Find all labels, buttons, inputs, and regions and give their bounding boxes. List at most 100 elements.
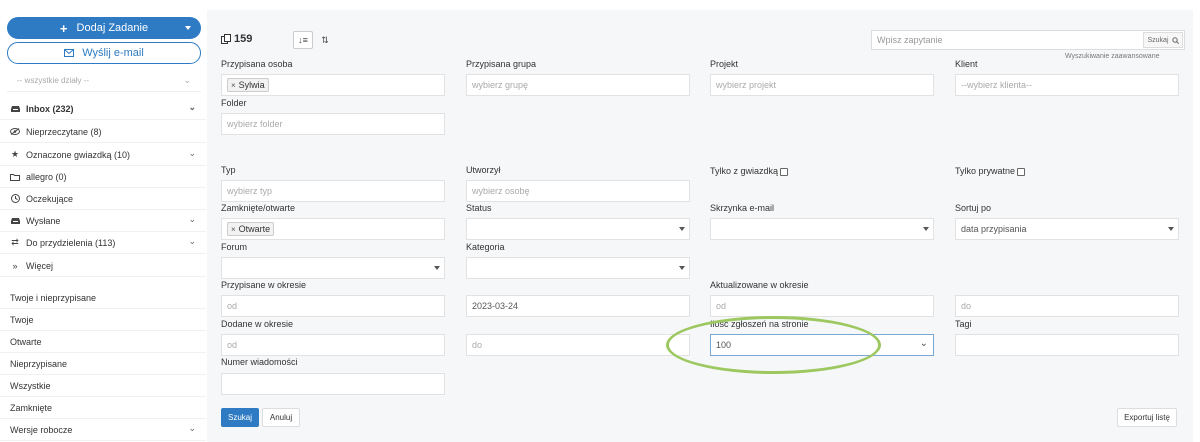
nav-item-label: Nieprzeczytane (8): [26, 126, 102, 137]
outbox-icon: [10, 216, 20, 226]
assigned-from-field[interactable]: od: [221, 295, 445, 317]
assigned-group-field[interactable]: wybierz grupę: [466, 74, 690, 96]
assigned-person-label: Przypisana osoba: [221, 59, 293, 69]
sort-asc-icon: ↓≡: [298, 35, 308, 45]
filter-label: Nieprzypisane: [10, 358, 68, 369]
advanced-search-link[interactable]: Wyszukiwanie zaawansowane: [1065, 53, 1159, 60]
nav-item-label: Do przydzielenia (113): [26, 237, 116, 248]
filter-closed[interactable]: Zamknięte: [0, 397, 206, 419]
only-private-option[interactable]: Tylko prywatne: [955, 166, 1026, 176]
department-select[interactable]: -- wszystkie działy -- ⌄: [7, 72, 201, 92]
closed-open-tag: × Otwarte: [227, 222, 275, 236]
remove-tag-icon[interactable]: ×: [231, 81, 236, 90]
only-private-checkbox[interactable]: [1017, 167, 1026, 176]
tag-label: Sylwia: [238, 80, 265, 90]
folder-field[interactable]: wybierz folder: [221, 113, 445, 135]
per-page-select[interactable]: 100 ⌄: [710, 334, 934, 356]
message-number-field[interactable]: [221, 373, 445, 395]
sort-by-value: data przypisania: [961, 224, 1027, 234]
nav-item-allegro[interactable]: allegro (0): [0, 166, 206, 188]
type-field[interactable]: wybierz typ: [221, 180, 445, 202]
caret-down-icon: [1168, 227, 1174, 231]
per-page-label: Ilość zgłoszeń na stronie: [710, 319, 809, 329]
sort-by-select[interactable]: data przypisania: [955, 218, 1179, 240]
nav-item-more[interactable]: » Więcej: [0, 255, 206, 277]
chevron-down-icon[interactable]: ⌄: [188, 423, 196, 434]
chevron-down-icon[interactable]: ⌄: [188, 148, 196, 159]
chevron-down-icon[interactable]: ⌄: [188, 236, 196, 247]
cancel-button[interactable]: Anuluj: [262, 408, 300, 427]
mailbox-select[interactable]: [710, 218, 934, 240]
sort-by-label: Sortuj po: [955, 203, 992, 213]
department-select-value: -- wszystkie działy --: [17, 76, 90, 85]
ticket-count: 159: [221, 33, 252, 45]
chevron-down-icon[interactable]: ⌄: [188, 214, 196, 225]
forum-label: Forum: [221, 242, 248, 252]
search-input[interactable]: Wpisz zapytanie Szukaj: [871, 30, 1185, 50]
export-list-button[interactable]: Exportuj listę: [1117, 408, 1177, 427]
caret-down-icon: [434, 266, 440, 270]
forum-select[interactable]: [221, 257, 445, 279]
added-from-field[interactable]: od: [221, 334, 445, 356]
added-period-label: Dodane w okresie: [221, 319, 294, 329]
add-task-button[interactable]: + Dodaj Zadanie: [7, 17, 201, 39]
category-select[interactable]: [466, 257, 690, 279]
tags-field[interactable]: [955, 334, 1179, 356]
tag-label: Otwarte: [238, 224, 271, 234]
nav-item-label: Oczekujące: [26, 193, 74, 204]
filter-label: Twoje: [10, 314, 34, 325]
project-label: Projekt: [710, 59, 739, 69]
type-label: Typ: [221, 165, 236, 175]
closed-open-field[interactable]: × Otwarte: [221, 218, 445, 240]
only-starred-option[interactable]: Tylko z gwiazdką: [710, 166, 789, 176]
search-submit-button[interactable]: Szukaj: [221, 408, 259, 427]
chevron-down-icon: ⌄: [183, 75, 191, 85]
filter-drafts[interactable]: Wersje robocze ⌄: [0, 419, 206, 441]
filter-all[interactable]: Wszystkie: [0, 375, 206, 397]
sidebar: + Dodaj Zadanie Wyślij e-mail -- wszystk…: [0, 0, 206, 442]
updated-from-field[interactable]: od: [710, 295, 934, 317]
only-private-label: Tylko prywatne: [955, 166, 1016, 176]
eye-icon: [10, 127, 20, 137]
nav-item-label: allegro (0): [26, 171, 67, 182]
project-field[interactable]: wybierz projekt: [710, 74, 934, 96]
client-label: Klient: [955, 59, 978, 69]
only-starred-checkbox[interactable]: [780, 167, 789, 176]
nav-item-pending[interactable]: Oczekujące: [0, 188, 206, 210]
filter-unassigned[interactable]: Nieprzypisane: [0, 353, 206, 375]
filter-yours[interactable]: Twoje: [0, 309, 206, 331]
closed-open-label: Zamknięte/otwarte: [221, 203, 296, 213]
star-icon: ★: [10, 149, 20, 159]
message-number-label: Numer wiadomości: [221, 357, 298, 367]
updated-to-field[interactable]: do: [955, 295, 1179, 317]
created-by-label: Utworzył: [466, 165, 501, 175]
clock-icon: [10, 194, 20, 204]
created-by-field[interactable]: wybierz osobę: [466, 180, 690, 202]
sort-desc-icon: ⇅: [321, 34, 329, 45]
client-field[interactable]: --wybierz klienta--: [955, 74, 1179, 96]
nav-item-to-assign[interactable]: ⇄ Do przydzielenia (113) ⌄: [0, 232, 206, 254]
nav-item-unread[interactable]: Nieprzeczytane (8): [0, 121, 206, 143]
assigned-to-field[interactable]: 2023-03-24: [466, 295, 690, 317]
nav-item-sent[interactable]: Wysłane ⌄: [0, 210, 206, 232]
caret-down-icon[interactable]: [185, 26, 191, 30]
filter-yours-unassigned[interactable]: Twoje i nieprzypisane: [0, 287, 206, 309]
filter-open[interactable]: Otwarte: [0, 331, 206, 353]
updated-period-label: Aktualizowane w okresie: [710, 280, 809, 290]
search-button[interactable]: Szukaj: [1143, 32, 1183, 48]
sort-desc-button[interactable]: ⇅: [315, 31, 335, 49]
double-chevron-icon: »: [12, 260, 18, 271]
tags-label: Tagi: [955, 319, 972, 329]
added-to-field[interactable]: do: [466, 334, 690, 356]
sort-asc-button[interactable]: ↓≡: [293, 31, 313, 49]
nav-item-starred[interactable]: ★ Oznaczone gwiazdką (10) ⌄: [0, 144, 206, 166]
nav-item-label: Oznaczone gwiazdką (10): [26, 149, 131, 160]
nav-item-inbox[interactable]: Inbox (232) ⌄: [0, 98, 206, 120]
remove-tag-icon[interactable]: ×: [231, 225, 236, 234]
chevron-down-icon[interactable]: ⌄: [188, 102, 196, 113]
plus-icon: +: [59, 20, 68, 36]
only-starred-label: Tylko z gwiazdką: [710, 166, 779, 176]
status-select[interactable]: [466, 218, 690, 240]
assigned-person-field[interactable]: × Sylwia: [221, 74, 445, 96]
send-email-button[interactable]: Wyślij e-mail: [7, 42, 201, 64]
